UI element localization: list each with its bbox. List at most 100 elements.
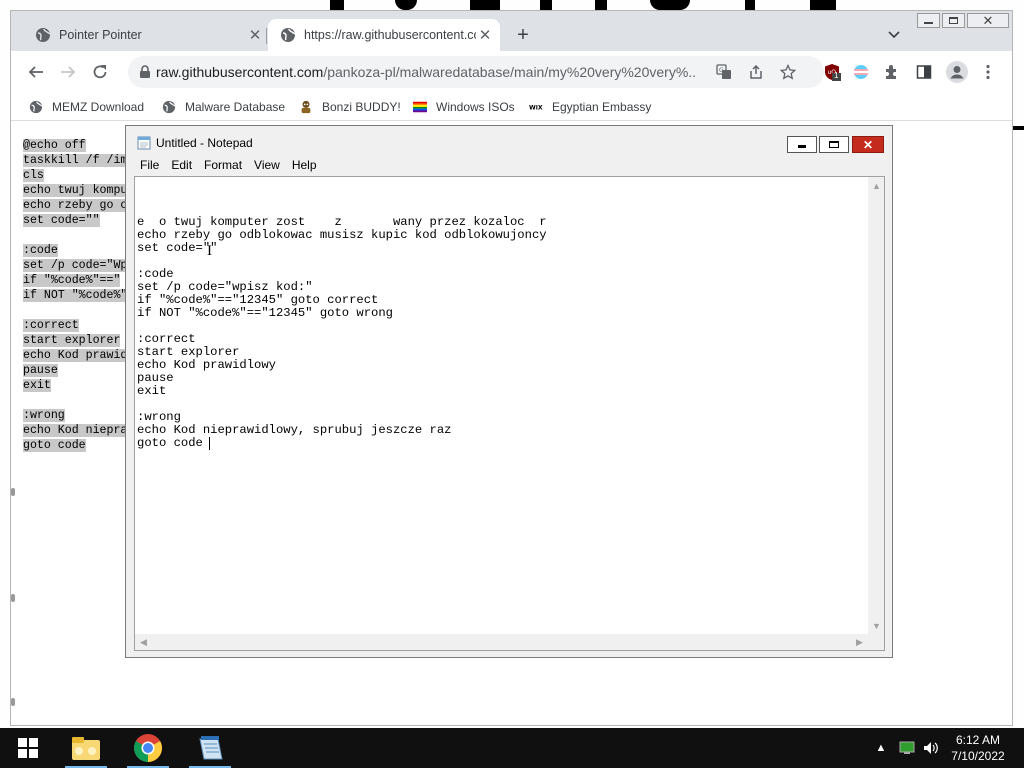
vertical-scrollbar[interactable]: ▲ ▼: [868, 177, 884, 634]
share-icon[interactable]: [746, 62, 766, 82]
extensions-puzzle-icon[interactable]: [882, 62, 902, 82]
menu-format[interactable]: Format: [198, 156, 248, 175]
tab-close-icon[interactable]: ✕: [246, 26, 264, 44]
reload-button[interactable]: [88, 60, 112, 84]
bookmark-label: Bonzi BUDDY!: [322, 100, 401, 114]
menu-edit[interactable]: Edit: [165, 156, 198, 175]
tab-separator: [266, 28, 267, 44]
new-tab-button[interactable]: +: [511, 23, 535, 47]
menu-view[interactable]: View: [248, 156, 286, 175]
show-hidden-icons-chevron-icon[interactable]: ▲: [873, 740, 889, 756]
text-line: [137, 320, 547, 333]
taskbar-notepad[interactable]: [186, 728, 234, 768]
notepad-title: Untitled - Notepad: [156, 136, 253, 150]
bookmarks-bar: MEMZ Download Malware Database Bonzi BUD…: [11, 93, 1012, 121]
edge-mark: [11, 488, 15, 496]
scroll-up-arrow-icon[interactable]: ▲: [868, 177, 884, 194]
text-line: echo twuj kompu: [23, 184, 128, 197]
profile-avatar[interactable]: [945, 60, 969, 84]
translate-icon[interactable]: G: [714, 62, 734, 82]
address-bar[interactable]: raw.githubusercontent.com/pankoza-pl/mal…: [128, 56, 824, 88]
side-panel-icon[interactable]: [914, 62, 934, 82]
lock-icon[interactable]: [138, 65, 152, 79]
notepad-maximize-button[interactable]: [819, 136, 849, 153]
tab-raw-github[interactable]: https://raw.githubusercontent.co ✕: [268, 19, 500, 51]
bookmark-label: Malware Database: [185, 100, 286, 114]
menu-file[interactable]: File: [134, 156, 165, 175]
globe-icon: [29, 100, 43, 114]
menu-kebab-icon[interactable]: [978, 62, 998, 82]
text-line: start explorer: [23, 334, 121, 347]
horizontal-scrollbar[interactable]: ◀ ▶: [135, 634, 868, 650]
ublock-extension-icon[interactable]: uO 1: [822, 62, 842, 82]
close-button[interactable]: ✕: [967, 13, 1009, 28]
text-line: [23, 228, 127, 243]
svg-text:WiX: WiX: [529, 105, 543, 112]
system-clock[interactable]: 6:12 AM 7/10/2022: [943, 732, 1013, 764]
notepad-minimize-button[interactable]: [787, 136, 817, 153]
tab-close-icon[interactable]: ✕: [476, 26, 494, 44]
url-text[interactable]: raw.githubusercontent.com/pankoza-pl/mal…: [156, 64, 696, 80]
volume-icon[interactable]: [923, 740, 939, 756]
notepad-window: Untitled - Notepad ✕ File Edit Format Vi…: [125, 125, 893, 658]
tab-pointer-pointer[interactable]: Pointer Pointer ✕: [23, 19, 270, 51]
bookmark-star-icon[interactable]: [778, 62, 798, 82]
taskbar-chrome[interactable]: [124, 728, 172, 768]
tab-title: Pointer Pointer: [59, 28, 142, 42]
pride-extension-icon[interactable]: [851, 62, 871, 82]
bookmark-windows-isos[interactable]: Windows ISOs: [413, 97, 515, 117]
chrome-icon: [134, 734, 162, 762]
forward-button[interactable]: [56, 60, 80, 84]
notepad-icon: [199, 736, 223, 760]
text-line: goto code: [137, 436, 203, 450]
text-line: goto code: [23, 439, 86, 452]
notepad-text: e o twuj komputer zost z wany przez koza…: [137, 216, 547, 450]
text-line: if "%code%"==": [23, 274, 121, 287]
bookmark-malware-database[interactable]: Malware Database: [162, 97, 285, 117]
wallpaper-glyph: [1013, 126, 1024, 130]
scroll-right-arrow-icon[interactable]: ▶: [851, 634, 868, 650]
text-line: [137, 398, 547, 411]
wallpaper-glyph: [470, 0, 500, 10]
maximize-button[interactable]: [942, 13, 965, 28]
network-icon[interactable]: [899, 740, 915, 756]
raw-text-content[interactable]: @echo off taskkill /f /im cls echo twuj …: [23, 138, 128, 453]
bookmark-bonzi-buddy[interactable]: Bonzi BUDDY!: [299, 97, 401, 117]
menu-help[interactable]: Help: [286, 156, 323, 175]
text-line: pause: [23, 364, 58, 377]
text-line: echo Kod prawidlowy: [137, 358, 276, 372]
scroll-left-arrow-icon[interactable]: ◀: [135, 634, 152, 650]
extension-badge: 1: [834, 71, 839, 80]
notepad-titlebar[interactable]: Untitled - Notepad ✕: [126, 126, 892, 156]
scroll-down-arrow-icon[interactable]: ▼: [868, 617, 884, 634]
text-line: pause: [137, 371, 174, 385]
url-path: /pankoza-pl/malwaredatabase/main/my%20ve…: [323, 64, 696, 80]
wallpaper-glyph: [745, 0, 755, 10]
back-button[interactable]: [24, 60, 48, 84]
ibeam-cursor-icon: I: [207, 243, 212, 259]
notepad-text-area[interactable]: e o twuj komputer zost z wany przez koza…: [134, 176, 885, 651]
bookmark-label: Windows ISOs: [436, 100, 515, 114]
text-line: echo Kod niepra: [23, 424, 128, 437]
text-line: set code="": [23, 214, 100, 227]
resize-grip-icon[interactable]: [868, 634, 884, 650]
taskbar-file-explorer[interactable]: [62, 728, 110, 768]
text-line: set /p code="Wp: [23, 259, 128, 272]
tab-strip: Pointer Pointer ✕ https://raw.githubuser…: [11, 11, 1012, 51]
text-line: [23, 303, 127, 318]
notepad-close-button[interactable]: ✕: [852, 136, 884, 153]
text-line: cls: [23, 169, 44, 182]
bookmark-egyptian-embassy[interactable]: WiX Egyptian Embassy: [529, 97, 651, 117]
bookmark-label: Egyptian Embassy: [552, 100, 652, 114]
url-host: raw.githubusercontent.com: [156, 64, 324, 80]
wallpaper-glyph: [810, 0, 836, 10]
tab-title: https://raw.githubusercontent.co: [304, 28, 476, 42]
svg-text:G: G: [719, 67, 724, 74]
text-line: [23, 393, 127, 408]
tab-search-chevron-icon[interactable]: [884, 25, 904, 45]
start-button[interactable]: [4, 728, 52, 768]
minimize-button[interactable]: [917, 13, 940, 28]
edge-mark: [11, 698, 15, 706]
bookmark-memz-download[interactable]: MEMZ Download: [29, 97, 144, 117]
text-line: :wrong: [23, 409, 65, 422]
